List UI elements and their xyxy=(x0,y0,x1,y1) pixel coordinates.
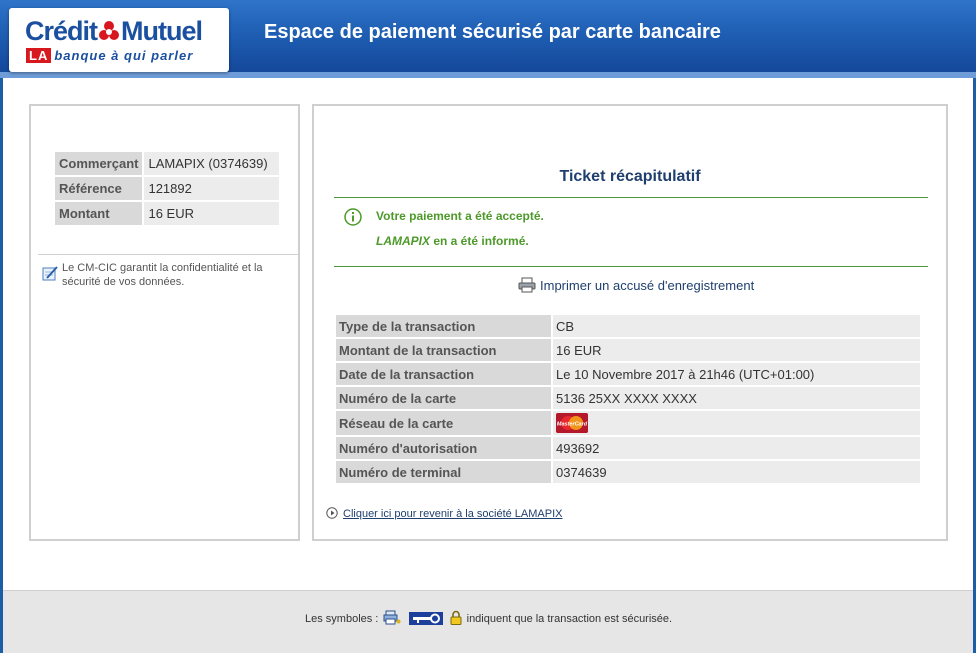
table-row: Montant de la transaction 16 EUR xyxy=(336,339,920,361)
table-row: Réseau de la carte MasterCard xyxy=(336,411,920,435)
divider-top xyxy=(334,197,928,198)
logo-la-badge: LA xyxy=(26,48,52,63)
key-icon xyxy=(408,612,443,625)
logo-wordmark: Crédit Mutuel xyxy=(25,16,203,47)
header-banner: Crédit Mutuel LA banque à qui parler Espa… xyxy=(0,0,976,78)
notepad-icon xyxy=(42,266,58,281)
terminal-label: Numéro de terminal xyxy=(336,461,551,483)
table-row: Numéro d'autorisation 493692 xyxy=(336,437,920,459)
logo-tagline: LA banque à qui parler xyxy=(26,48,193,63)
logo-word-right: Mutuel xyxy=(121,16,203,46)
merchant-informed-message: LAMAPIX en a été informé. xyxy=(376,234,529,248)
transaction-amount-label: Montant de la transaction xyxy=(336,339,551,361)
secure-printer-icon xyxy=(383,610,401,625)
merchant-panel: Commerçant LAMAPIX (0374639) Référence 1… xyxy=(29,104,300,541)
card-number-label: Numéro de la carte xyxy=(336,387,551,409)
terminal-value: 0374639 xyxy=(553,461,920,483)
security-note-text: Le CM-CIC garantit la confidentialité et… xyxy=(62,262,263,288)
circle-arrow-icon xyxy=(326,507,338,519)
transaction-type-value: CB xyxy=(553,315,920,337)
transaction-table: Type de la transaction CB Montant de la … xyxy=(334,313,922,485)
mastercard-icon: MasterCard xyxy=(556,413,588,433)
table-row: Référence 121892 xyxy=(55,177,280,200)
card-network-label: Réseau de la carte xyxy=(336,411,551,435)
logo-tagline-text: banque à qui parler xyxy=(54,48,194,63)
mastercard-wordmark: MasterCard xyxy=(557,422,588,428)
divider-bottom xyxy=(334,266,928,267)
table-row: Commerçant LAMAPIX (0374639) xyxy=(55,152,280,175)
logo-flower-icon xyxy=(99,21,120,40)
informed-text: en a été informé. xyxy=(430,234,529,248)
footer-prefix: Les symboles : xyxy=(305,613,379,625)
logo-word-left: Crédit xyxy=(25,16,98,46)
table-row: Type de la transaction CB xyxy=(336,315,920,337)
footer: Les symboles : indiquent que la transact… xyxy=(3,590,973,653)
page-title: Espace de paiement sécurisé par carte ba… xyxy=(264,21,721,43)
payment-accepted-message: Votre paiement a été accepté. xyxy=(376,209,544,223)
print-receipt-label: Imprimer un accusé d'enregistrement xyxy=(540,278,755,293)
card-network-value: MasterCard xyxy=(553,411,920,435)
table-row: Montant 16 EUR xyxy=(55,202,280,225)
authorization-value: 493692 xyxy=(553,437,920,459)
merchant-name: LAMAPIX xyxy=(376,234,430,248)
table-row: Numéro de la carte 5136 25XX XXXX XXXX xyxy=(336,387,920,409)
ticket-panel: Ticket récapitulatif Votre paiement a ét… xyxy=(312,104,948,541)
table-row: Numéro de terminal 0374639 xyxy=(336,461,920,483)
card-number-value: 5136 25XX XXXX XXXX xyxy=(553,387,920,409)
authorization-label: Numéro d'autorisation xyxy=(336,437,551,459)
merchant-table: Commerçant LAMAPIX (0374639) Référence 1… xyxy=(53,150,281,227)
transaction-date-label: Date de la transaction xyxy=(336,363,551,385)
transaction-type-label: Type de la transaction xyxy=(336,315,551,337)
reference-value: 121892 xyxy=(144,177,280,200)
ticket-title: Ticket récapitulatif xyxy=(559,168,701,185)
return-to-merchant-link[interactable]: Cliquer ici pour revenir à la société LA… xyxy=(343,508,562,520)
amount-value: 16 EUR xyxy=(144,202,280,225)
transaction-date-value: Le 10 Novembre 2017 à 21h46 (UTC+01:00) xyxy=(553,363,920,385)
security-note: Le CM-CIC garantit la confidentialité et… xyxy=(38,254,298,289)
footer-suffix: indiquent que la transaction est sécuris… xyxy=(466,613,673,625)
printer-icon xyxy=(518,277,536,293)
reference-label: Référence xyxy=(55,177,143,200)
amount-label: Montant xyxy=(55,202,143,225)
table-row: Date de la transaction Le 10 Novembre 20… xyxy=(336,363,920,385)
padlock-icon xyxy=(450,610,462,625)
merchant-value: LAMAPIX (0374639) xyxy=(144,152,280,175)
print-receipt-link[interactable]: Imprimer un accusé d'enregistrement xyxy=(518,277,754,293)
transaction-amount-value: 16 EUR xyxy=(553,339,920,361)
merchant-label: Commerçant xyxy=(55,152,143,175)
return-to-merchant: Cliquer ici pour revenir à la société LA… xyxy=(326,507,562,520)
info-icon xyxy=(344,208,362,226)
footer-security-text: Les symboles : indiquent que la transact… xyxy=(305,610,672,625)
credit-mutuel-logo: Crédit Mutuel LA banque à qui parler xyxy=(9,8,229,72)
